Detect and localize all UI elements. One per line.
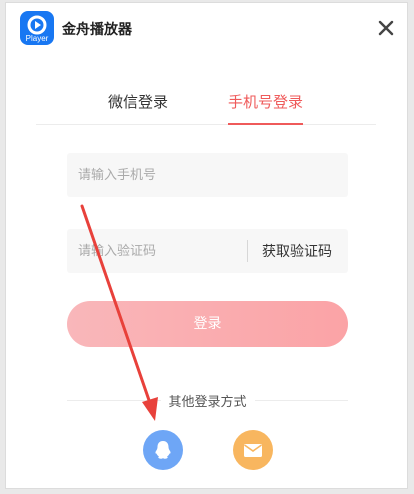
titlebar: Player 金舟播放器 xyxy=(6,3,407,55)
email-login-button[interactable] xyxy=(233,430,273,470)
login-tabs: 微信登录 手机号登录 xyxy=(36,87,376,125)
other-login-label: 其他登录方式 xyxy=(160,391,255,410)
app-title: 金舟播放器 xyxy=(62,22,132,38)
login-window: Player 金舟播放器 微信登录 手机号登录 获取验证码 登录 其他登录方式 xyxy=(5,2,408,489)
get-code-button[interactable]: 获取验证码 xyxy=(262,241,332,261)
app-logo: Player xyxy=(20,11,54,45)
phone-input[interactable] xyxy=(67,153,348,197)
tab-wechat-login[interactable]: 微信登录 xyxy=(108,91,168,122)
login-button[interactable]: 登录 xyxy=(67,301,348,347)
phone-field xyxy=(67,153,348,197)
close-button[interactable] xyxy=(375,17,397,39)
tab-phone-login[interactable]: 手机号登录 xyxy=(228,91,304,125)
mail-icon xyxy=(244,444,262,457)
qq-login-button[interactable] xyxy=(143,430,183,470)
play-icon xyxy=(27,15,47,35)
verification-code-input[interactable] xyxy=(67,229,237,273)
qq-icon xyxy=(155,441,171,459)
close-icon xyxy=(378,20,394,36)
app-logo-text: Player xyxy=(25,34,49,43)
code-divider xyxy=(247,240,248,262)
other-login-section: 其他登录方式 xyxy=(67,391,348,411)
code-field: 获取验证码 xyxy=(67,229,348,273)
